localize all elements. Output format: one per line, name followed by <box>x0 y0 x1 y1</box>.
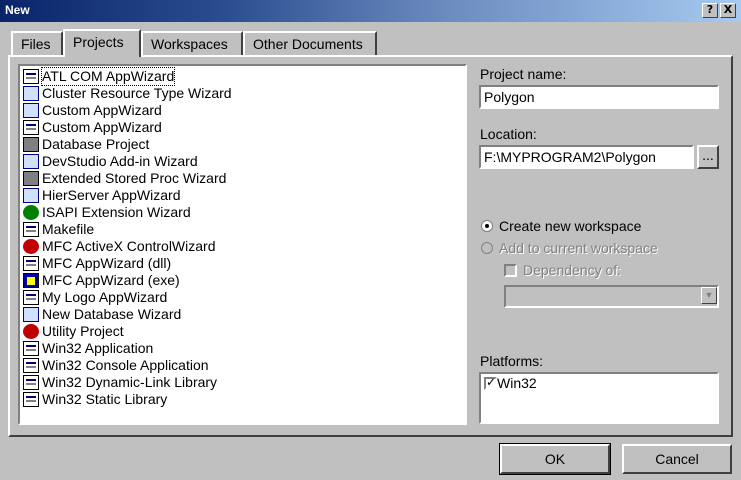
add-to-workspace-label[interactable]: Add to current workspace <box>499 240 658 256</box>
tab-other-documents[interactable]: Other Documents <box>243 31 377 55</box>
list-item[interactable]: MFC ActiveX ControlWizard <box>20 238 465 255</box>
list-item[interactable]: Extended Stored Proc Wizard <box>20 170 465 187</box>
list-item[interactable]: Win32 Application <box>20 340 465 357</box>
list-item[interactable]: ISAPI Extension Wizard <box>20 204 465 221</box>
list-item[interactable]: Utility Project <box>20 323 465 340</box>
close-button[interactable]: X <box>720 3 736 18</box>
location-input[interactable]: F:\MYPROGRAM2\Polygon <box>479 145 694 169</box>
wizard-icon <box>23 86 39 101</box>
platforms-list[interactable]: Win32 <box>479 372 719 424</box>
new-dialog: New ? X Files Projects Workspaces Other … <box>0 0 741 480</box>
list-item[interactable]: ATL COM AppWizard <box>20 67 465 86</box>
globe-icon <box>23 205 39 220</box>
atl-icon <box>23 69 39 84</box>
utility-icon <box>23 324 39 339</box>
title-bar[interactable]: New ? X <box>0 0 741 22</box>
database-icon <box>23 137 39 152</box>
list-item[interactable]: HierServer AppWizard <box>20 187 465 204</box>
dependency-combo[interactable]: ▼ <box>504 285 719 308</box>
dependency-label[interactable]: Dependency of: <box>523 262 621 278</box>
list-item[interactable]: Cluster Resource Type Wizard <box>20 85 465 102</box>
tab-workspaces[interactable]: Workspaces <box>141 31 243 55</box>
mfc-exe-icon <box>23 273 39 288</box>
list-item[interactable]: My Logo AppWizard <box>20 289 465 306</box>
makefile-icon <box>23 222 39 237</box>
dll-icon <box>23 375 39 390</box>
list-item[interactable]: Database Project <box>20 136 465 153</box>
browse-button[interactable]: ... <box>697 145 719 169</box>
new-db-icon <box>23 307 39 322</box>
list-item[interactable]: New Database Wizard <box>20 306 465 323</box>
list-item[interactable]: Win32 Dynamic-Link Library <box>20 374 465 391</box>
hierserver-icon <box>23 188 39 203</box>
mfc-dll-icon <box>23 256 39 271</box>
list-item[interactable]: DevStudio Add-in Wizard <box>20 153 465 170</box>
wizard-icon <box>23 103 39 118</box>
dependency-checkbox[interactable] <box>504 264 517 277</box>
project-type-list[interactable]: ATL COM AppWizard Cluster Resource Type … <box>18 64 467 425</box>
tab-files[interactable]: Files <box>11 31 63 55</box>
cancel-button[interactable]: Cancel <box>622 444 732 474</box>
win32-app-icon <box>23 341 39 356</box>
tab-projects[interactable]: Projects <box>63 29 141 57</box>
lib-icon <box>23 392 39 407</box>
window-icon <box>23 290 39 305</box>
list-item[interactable]: MFC AppWizard (exe) <box>20 272 465 289</box>
list-item[interactable]: MFC AppWizard (dll) <box>20 255 465 272</box>
platform-win32-checkbox[interactable] <box>484 375 497 390</box>
stored-proc-icon <box>23 171 39 186</box>
list-item[interactable]: Win32 Static Library <box>20 391 465 408</box>
list-item[interactable]: Win32 Console Application <box>20 357 465 374</box>
project-name-label: Project name: <box>480 66 567 82</box>
list-item[interactable]: Makefile <box>20 221 465 238</box>
add-to-workspace-radio[interactable] <box>481 242 493 254</box>
project-name-input[interactable]: Polygon <box>479 85 719 109</box>
list-item[interactable]: Custom AppWizard <box>20 102 465 119</box>
chevron-down-icon[interactable]: ▼ <box>701 287 717 304</box>
window-icon <box>23 120 39 135</box>
activex-icon <box>23 239 39 254</box>
window-title: New <box>5 3 30 17</box>
list-item[interactable]: Custom AppWizard <box>20 119 465 136</box>
create-new-workspace-label[interactable]: Create new workspace <box>499 218 641 234</box>
platforms-label: Platforms: <box>480 353 544 369</box>
help-button[interactable]: ? <box>702 3 718 18</box>
console-icon <box>23 358 39 373</box>
location-label: Location: <box>480 126 537 142</box>
platform-win32-label[interactable]: Win32 <box>497 375 537 391</box>
ok-button[interactable]: OK <box>499 443 611 475</box>
addin-icon <box>23 154 39 169</box>
create-new-workspace-radio[interactable] <box>481 220 493 232</box>
